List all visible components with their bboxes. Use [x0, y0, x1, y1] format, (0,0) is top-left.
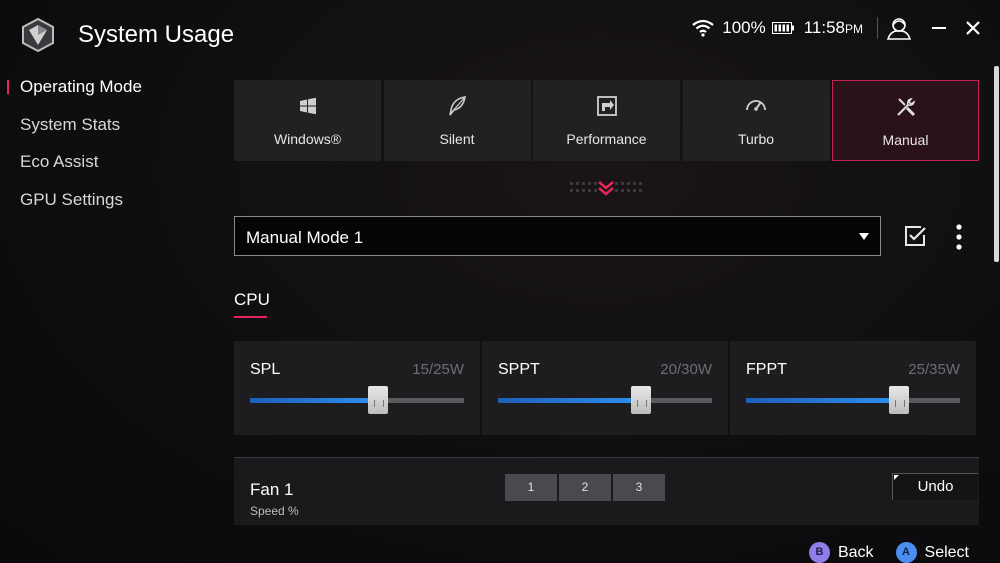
tab-active-indicator: [234, 316, 267, 318]
mode-label: Turbo: [737, 131, 775, 147]
close-button[interactable]: [966, 21, 980, 35]
fan-curve-card: Fan 1 Speed % 1 2 3 Undo: [234, 457, 979, 525]
operating-mode-selector: Windows® Silent Performance Turbo Manual: [234, 80, 982, 161]
slider-thumb[interactable]: [368, 386, 389, 414]
windows-icon: [299, 97, 316, 115]
apply-checkbox-icon[interactable]: [903, 224, 927, 248]
fan-subtitle: Speed %: [250, 504, 299, 518]
mode-label: Performance: [566, 131, 647, 147]
slider-fill: [746, 398, 899, 403]
sidebar-item-system-stats[interactable]: System Stats: [0, 110, 220, 148]
more-options-icon[interactable]: [954, 224, 964, 250]
mode-silent[interactable]: Silent: [383, 80, 531, 161]
sidebar: Operating Mode System Stats Eco Assist G…: [0, 72, 220, 222]
b-button-icon: B: [808, 542, 830, 563]
select-label: Select: [924, 543, 969, 561]
wifi-icon: [692, 19, 714, 37]
performance-icon: [596, 96, 617, 116]
mode-label: Manual: [882, 132, 929, 148]
slider-fill: [498, 398, 641, 403]
select-hint[interactable]: A Select: [895, 542, 969, 563]
clock-time: 11:58: [803, 18, 845, 37]
tab-cpu[interactable]: CPU: [234, 290, 270, 310]
back-hint[interactable]: B Back: [808, 542, 874, 563]
sidebar-item-operating-mode[interactable]: Operating Mode: [0, 72, 220, 110]
clock-suffix: PM: [845, 22, 863, 36]
slider-thumb[interactable]: [630, 386, 651, 414]
controller-hints: B Back A Select: [787, 542, 969, 563]
fan-point-tabs: 1 2 3: [505, 474, 667, 501]
sidebar-item-eco-assist[interactable]: Eco Assist: [0, 147, 220, 185]
slider-name: FPPT: [746, 361, 787, 378]
status-divider: [877, 17, 878, 39]
slider-thumb[interactable]: [888, 386, 909, 414]
slider-name: SPPT: [498, 361, 540, 378]
tools-icon: [896, 97, 915, 117]
dropdown-selected-value: Manual Mode 1: [246, 228, 364, 247]
slider-fill: [250, 398, 379, 403]
fan-tab-3[interactable]: 3: [613, 474, 665, 501]
slider-track[interactable]: [498, 386, 712, 414]
dropdown-caret-icon: [859, 233, 869, 240]
close-icon: [966, 21, 980, 35]
mode-label: Windows®: [273, 131, 342, 147]
speedometer-icon: [746, 100, 766, 111]
slider-track[interactable]: [250, 386, 464, 414]
sidebar-item-gpu-settings[interactable]: GPU Settings: [0, 185, 220, 223]
slider-card-spl: SPL 15/25W: [234, 341, 480, 435]
back-label: Back: [837, 543, 874, 561]
feather-icon: [449, 96, 466, 116]
slider-value: 20/30W: [660, 361, 712, 378]
app-title: System Usage: [78, 21, 235, 48]
title-bar: System Usage 100% 11:58PM: [0, 0, 1000, 72]
armoury-crate-logo-icon: [22, 17, 54, 53]
manual-mode-dropdown[interactable]: Manual Mode 1: [234, 216, 881, 256]
fan-tab-1[interactable]: 1: [505, 474, 557, 501]
mode-manual[interactable]: Manual: [832, 80, 979, 161]
slider-track[interactable]: [746, 386, 960, 414]
cpu-power-sliders: SPL 15/25W SPPT 20/30W FPPT 25/35W: [234, 341, 978, 435]
minimize-button[interactable]: [932, 21, 946, 35]
slider-name: SPL: [250, 361, 281, 378]
slider-card-sppt: SPPT 20/30W: [482, 341, 728, 435]
mode-windows[interactable]: Windows®: [234, 80, 381, 161]
mode-label: Silent: [439, 131, 475, 147]
expand-chevron-icon[interactable]: [570, 178, 642, 200]
status-area: 100% 11:58PM: [692, 16, 980, 40]
minimize-icon: [932, 27, 946, 29]
undo-button[interactable]: Undo: [892, 473, 978, 500]
slider-card-fppt: FPPT 25/35W: [730, 341, 976, 435]
clock: 11:58PM: [804, 18, 863, 38]
fan-tab-2[interactable]: 2: [559, 474, 611, 501]
a-button-icon: A: [895, 542, 917, 563]
slider-value: 15/25W: [412, 361, 464, 378]
fan-name: Fan 1: [250, 480, 294, 499]
mode-turbo[interactable]: Turbo: [682, 80, 830, 161]
battery-icon: [771, 22, 794, 34]
battery-percent: 100%: [722, 18, 766, 37]
scrollbar[interactable]: [994, 66, 999, 262]
user-account-icon[interactable]: [886, 16, 912, 40]
slider-value: 25/35W: [908, 361, 960, 378]
mode-performance[interactable]: Performance: [533, 80, 680, 161]
